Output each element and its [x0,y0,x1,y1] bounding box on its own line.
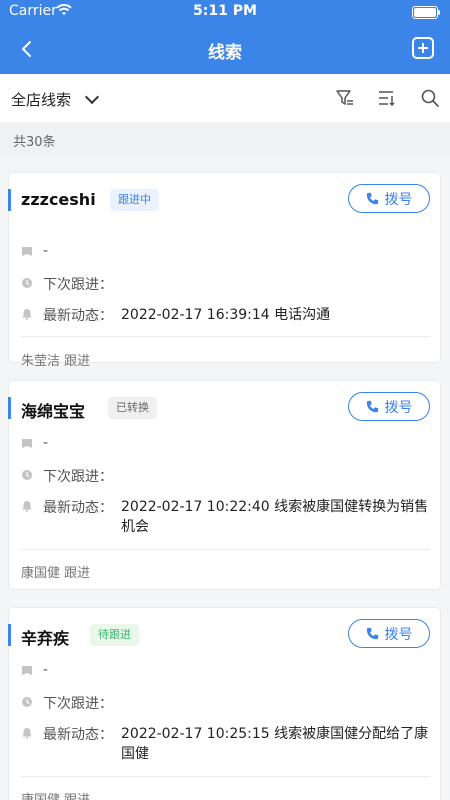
card-divider [21,549,430,550]
next-follow-label: 下次跟进： [43,277,113,293]
next-follow-row: 下次跟进： [21,274,433,294]
note-icon [22,439,32,448]
next-follow-row: 下次跟进： [21,466,433,486]
dial-button[interactable]: 拨号 [348,392,430,421]
bell-icon [22,501,32,512]
latest-activity-row: 最新动态： 2022-02-17 16:39:14 电话沟通 [21,305,433,325]
clock-icon [22,278,32,288]
lead-card[interactable]: 海绵宝宝 已转换 拨号 - 下次跟进： 最新动态： 2022-02-17 10:… [8,380,441,590]
top-bar: Carrier 5:11 PM 线索 [0,0,450,74]
card-accent [8,397,11,419]
page-title: 线索 [208,43,242,63]
card-divider [21,336,430,337]
next-follow-row: 下次跟进： [21,693,433,713]
latest-activity-row: 最新动态： 2022-02-17 10:22:40 线索被康国健转换为销售机会 [21,497,433,537]
note-icon [22,247,32,256]
search-icon[interactable] [420,88,440,108]
note-value: - [43,243,49,259]
note-icon [22,666,32,675]
result-count-bar: 共30条 [0,122,450,156]
card-accent [8,624,11,646]
store-scope-dropdown[interactable]: 全店线索 [11,89,100,110]
dial-label: 拨号 [384,626,413,643]
latest-activity-label: 最新动态： [43,308,113,324]
chevron-down-icon [84,89,100,105]
dial-button[interactable]: 拨号 [348,184,430,213]
card-divider [21,776,430,777]
card-accent [8,189,11,211]
phone-icon [366,192,378,205]
follower-name: 朱莹洁 跟进 [21,354,91,369]
lead-name: 辛弃疾 [21,629,70,648]
phone-icon [366,627,378,640]
note-row: - [21,435,48,451]
status-time: 5:11 PM [193,3,257,19]
filter-icon[interactable] [335,88,355,108]
follower-name: 康国健 跟进 [21,789,90,800]
next-follow-label: 下次跟进： [43,469,113,485]
add-lead-icon[interactable] [412,37,434,59]
note-value: - [43,662,49,678]
lead-name: 海绵宝宝 [21,402,86,421]
latest-activity-value: 2022-02-17 10:22:40 线索被康国健转换为销售机会 [121,499,429,535]
lead-name: zzzceshi [21,190,96,209]
status-badge: 已转换 [108,397,157,419]
result-count: 共30条 [13,135,56,150]
lead-card[interactable]: zzzceshi 跟进中 拨号 - 下次跟进： 最新动态： 2022-02-17… [8,172,441,369]
latest-activity-label: 最新动态： [43,500,113,516]
clock-icon [22,697,32,707]
note-row: - [21,243,48,259]
sort-icon[interactable] [377,88,397,108]
dial-label: 拨号 [384,191,413,208]
latest-activity-label: 最新动态： [43,727,113,743]
status-bar: Carrier 5:11 PM [0,0,450,24]
battery-icon [412,6,440,19]
latest-activity-value: 2022-02-17 10:25:15 线索被康国健分配给了康国健 [121,726,429,762]
note-row: - [21,662,48,678]
phone-icon [366,400,378,413]
lead-card[interactable]: 辛弃疾 待跟进 拨号 - 下次跟进： 最新动态： 2022-02-17 10:2… [8,607,441,800]
store-scope-label: 全店线索 [11,91,72,109]
latest-activity-row: 最新动态： 2022-02-17 10:25:15 线索被康国健分配给了康国健 [21,724,433,764]
next-follow-label: 下次跟进： [43,696,113,712]
note-value: - [43,435,49,451]
bell-icon [22,309,32,320]
bell-icon [22,728,32,739]
status-badge: 待跟进 [90,624,139,646]
latest-activity-value: 2022-02-17 16:39:14 电话沟通 [121,307,331,323]
dial-button[interactable]: 拨号 [348,619,430,648]
filter-bar: 全店线索 [0,74,450,122]
lead-list: zzzceshi 跟进中 拨号 - 下次跟进： 最新动态： 2022-02-17… [0,156,450,800]
clock-icon [22,470,32,480]
follower-name: 康国健 跟进 [21,566,91,581]
dial-label: 拨号 [384,399,413,416]
status-badge: 跟进中 [110,189,159,211]
